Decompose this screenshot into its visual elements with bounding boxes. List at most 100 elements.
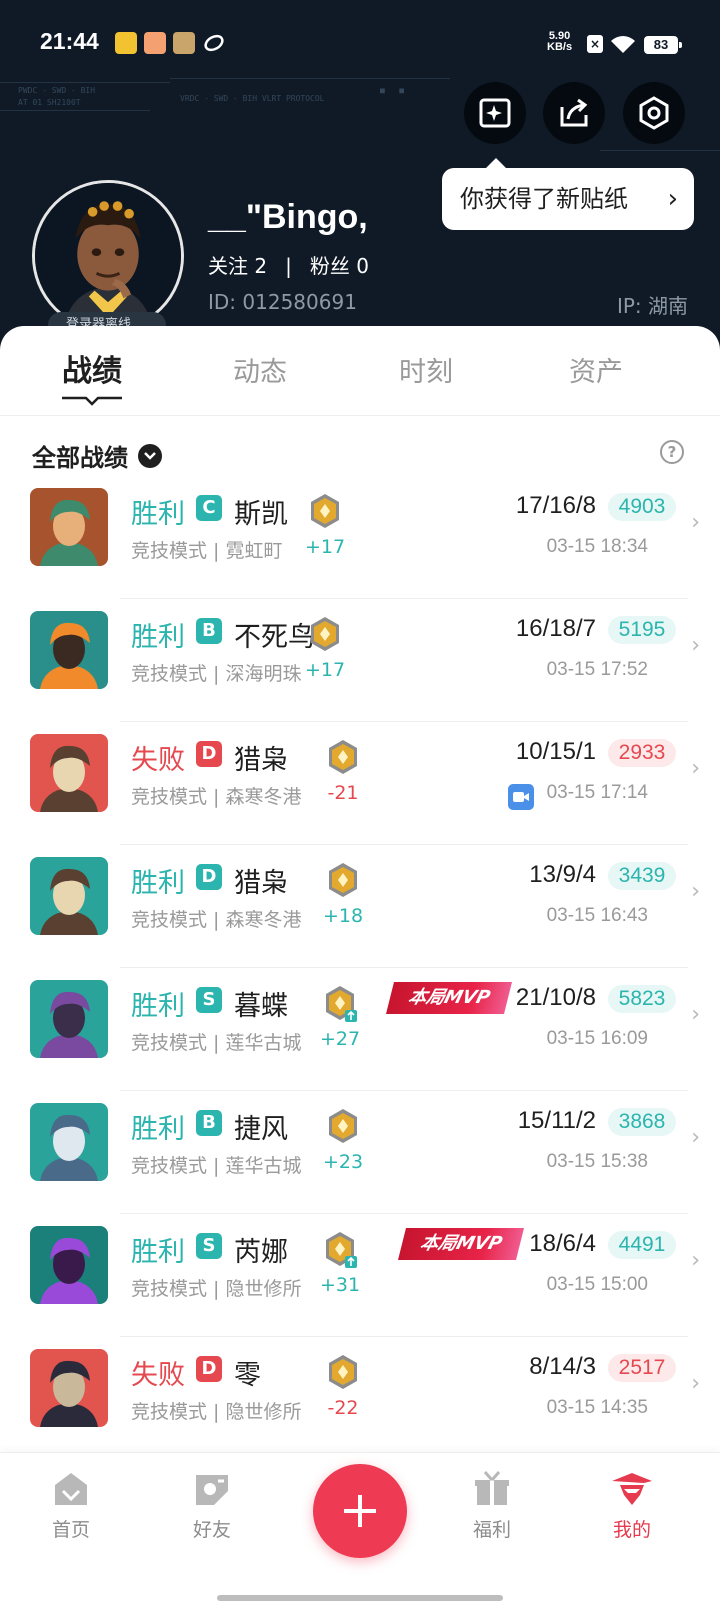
match-row[interactable]: 胜利 B 捷风 竞技模式 | 莲华古城 +23 15/11/2 3868 03-15 15:3… [0, 1091, 720, 1214]
rank-points-change: -21 [327, 782, 359, 804]
rank-icon [326, 986, 357, 1022]
match-mode: 竞技模式 | 森寒冬港 [131, 786, 302, 808]
kda: 10/15/1 [515, 738, 596, 765]
nav-gifts[interactable]: 福利 [442, 1469, 542, 1542]
match-row[interactable]: 胜利 D 猎枭 竞技模式 | 森寒冬港 +18 13/9/4 3439 03-15 16:43… [0, 845, 720, 968]
video-icon[interactable] [508, 784, 534, 810]
sticker-icon [479, 98, 511, 128]
match-time: 03-15 14:35 [546, 1397, 648, 1418]
rank-icon [311, 494, 339, 528]
no-sim-icon: × [587, 35, 603, 53]
grade-badge: B [196, 618, 222, 644]
agent-portrait [30, 857, 108, 935]
network-speed: 5.90 KB/s [547, 30, 573, 53]
nav-profile[interactable]: 我的 [582, 1469, 682, 1542]
match-time: 03-15 16:43 [546, 905, 648, 926]
rank-icon [329, 863, 357, 897]
match-mode: 竞技模式 | 莲华古城 [131, 1032, 302, 1054]
clock: 21:44 [40, 28, 99, 54]
rank-icon [326, 1232, 357, 1268]
match-row[interactable]: 胜利 C 斯凯 竞技模式 | 霓虹町 +17 17/16/8 4903 03-15 18:34… [0, 476, 720, 599]
grade-badge: S [196, 1233, 222, 1259]
agent-name: 捷风 [234, 1114, 288, 1145]
tab-assets[interactable]: 资产 [536, 350, 656, 389]
match-result: 胜利 [131, 622, 185, 653]
match-mode: 竞技模式 | 霓虹町 [131, 540, 283, 562]
settings-button[interactable] [623, 82, 685, 144]
nav-home[interactable]: 首页 [21, 1469, 121, 1542]
rank-icon [329, 740, 357, 774]
match-row[interactable]: 失败 D 猎枭 竞技模式 | 森寒冬港 -21 10/15/1 2933 03-15 17:1… [0, 722, 720, 845]
combat-score: 5195 [608, 616, 676, 644]
avatar[interactable] [32, 180, 184, 332]
match-time: 03-15 15:38 [546, 1151, 648, 1172]
match-result: 胜利 [131, 1237, 185, 1268]
match-result: 失败 [131, 1360, 185, 1391]
follow-stats: 关注 2 | 粉丝 0 [208, 254, 369, 278]
grade-badge: D [196, 1356, 222, 1382]
rank-icon [329, 1355, 357, 1389]
mvp-badge: 本局MVP [398, 1228, 524, 1260]
match-time: 03-15 17:52 [546, 659, 648, 680]
match-result: 胜利 [131, 1114, 185, 1145]
records-filter[interactable]: 全部战绩 [32, 438, 162, 473]
tab-records[interactable]: 战绩 [32, 346, 152, 390]
new-sticker-tooltip[interactable]: 你获得了新贴纸 › [442, 158, 694, 230]
agent-portrait [30, 611, 108, 689]
agent-name: 斯凯 [234, 499, 288, 530]
combat-score: 3439 [608, 862, 676, 890]
match-time: 03-15 15:00 [546, 1274, 648, 1295]
tab-moments[interactable]: 时刻 [366, 350, 486, 389]
match-mode: 竞技模式 | 隐世修所 [131, 1401, 302, 1423]
tab-feed[interactable]: 动态 [200, 350, 320, 389]
sticker-button[interactable] [464, 82, 526, 144]
following-link[interactable]: 关注 2 [208, 254, 267, 278]
match-row[interactable]: 胜利 S 暮蝶 竞技模式 | 莲华古城 +27 本局MVP 21/10/8 5823 03-15… [0, 968, 720, 1091]
agent-name: 猎枭 [234, 745, 288, 776]
match-row[interactable]: 胜利 B 不死鸟 竞技模式 | 深海明珠 +17 16/18/7 5195 03-15 17:… [0, 599, 720, 722]
share-button[interactable] [543, 82, 605, 144]
agent-name: 暮蝶 [234, 991, 288, 1022]
help-icon[interactable]: ? [660, 440, 684, 464]
match-time: 03-15 18:34 [546, 536, 648, 557]
create-button[interactable] [313, 1464, 407, 1558]
grade-badge: B [196, 1110, 222, 1136]
match-mode: 竞技模式 | 森寒冬港 [131, 909, 302, 931]
match-list: 胜利 C 斯凯 竞技模式 | 霓虹町 +17 17/16/8 4903 03-15 18:34… [0, 476, 720, 1460]
chevron-right-icon: › [691, 1371, 700, 1396]
rank-icon [329, 1109, 357, 1143]
notification-app-icon [203, 32, 225, 54]
agent-name: 芮娜 [234, 1237, 288, 1268]
chevron-right-icon: › [691, 633, 700, 658]
kda: 13/9/4 [529, 861, 596, 888]
match-result: 胜利 [131, 499, 185, 530]
combat-score: 4491 [608, 1231, 676, 1259]
battery-icon: 83 [644, 36, 682, 54]
followers-link[interactable]: 粉丝 0 [310, 254, 369, 278]
nav-friends[interactable]: 好友 [162, 1469, 262, 1542]
tab-bar: 战绩 动态 时刻 资产 [0, 326, 720, 416]
rank-points-change: +23 [322, 1151, 364, 1173]
match-mode: 竞技模式 | 莲华古城 [131, 1155, 302, 1177]
chevron-right-icon: › [667, 184, 678, 214]
match-row[interactable]: 失败 D 零竞技模式 | 隐世修所 -22 8/14/3 2517 03-15 14:35 › [0, 1337, 720, 1460]
match-time: 03-15 16:09 [546, 1028, 648, 1049]
combat-score: 5823 [608, 985, 676, 1013]
profile-icon [612, 1473, 652, 1505]
agent-portrait [30, 488, 108, 566]
wifi-icon [611, 36, 635, 53]
rank-points-change: +18 [322, 905, 364, 927]
match-mode: 竞技模式 | 深海明珠 [131, 663, 302, 685]
chevron-right-icon: › [691, 756, 700, 781]
agent-portrait [30, 1226, 108, 1304]
kda: 16/18/7 [515, 615, 596, 642]
gift-icon [475, 1471, 509, 1505]
kda: 8/14/3 [529, 1353, 596, 1380]
rank-points-change: +27 [319, 1028, 361, 1050]
kda: 15/11/2 [517, 1107, 596, 1134]
match-row[interactable]: 胜利 S 芮娜 竞技模式 | 隐世修所 +31 本局MVP 18/6/4 4491 03-15 … [0, 1214, 720, 1337]
friends-icon [196, 1475, 228, 1505]
kda: 17/16/8 [515, 492, 596, 519]
agent-portrait [30, 734, 108, 812]
match-result: 胜利 [131, 868, 185, 899]
